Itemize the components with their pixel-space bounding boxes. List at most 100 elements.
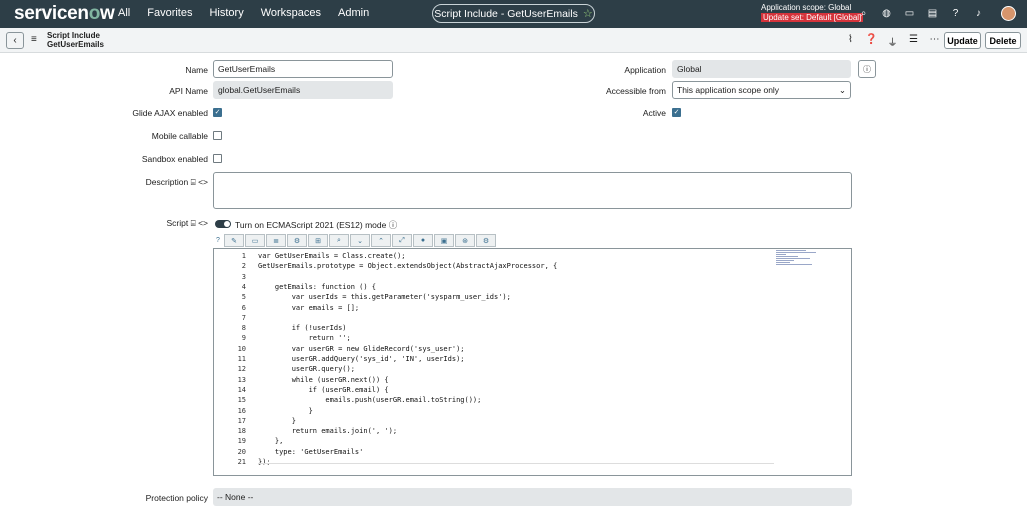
nav-menu: All Favorites History Workspaces Admin bbox=[118, 7, 386, 19]
help-icon[interactable]: ? bbox=[948, 6, 963, 21]
toggle-syntax-icon[interactable]: ✎ bbox=[224, 234, 244, 247]
code-line: getEmails: function () { bbox=[258, 282, 377, 291]
help-icon[interactable]: ? bbox=[213, 234, 223, 247]
line-number: 10 bbox=[237, 344, 246, 353]
accessible-from-value: This application scope only bbox=[677, 85, 780, 95]
search-icon[interactable]: ⌕ bbox=[329, 234, 349, 247]
replace-icon[interactable]: ⊞ bbox=[308, 234, 328, 247]
active-checkbox[interactable]: ✓ bbox=[672, 108, 681, 117]
help-icon[interactable]: ⓘ bbox=[389, 220, 398, 230]
script-toolbar: ? ✎ ▭ ≣ ⚙ ⊞ ⌕ ⌄ ⌃ ⤢ ● ▣ ⊛ ⚙ bbox=[213, 234, 496, 247]
nav-workspaces[interactable]: Workspaces bbox=[261, 7, 321, 19]
context-title: Script Include - GetUserEmails bbox=[434, 7, 578, 20]
info-icon[interactable]: ⓘ bbox=[858, 60, 876, 78]
script-editor[interactable]: 1 2 3 4 5 6 7 8 9 10 11 12 13 14 15 16 17 18 19 20 21 var Ge… bbox=[213, 248, 852, 476]
line-number: 6 bbox=[241, 303, 246, 312]
user-avatar[interactable] bbox=[1001, 6, 1016, 21]
help-icon[interactable]: ❓ bbox=[865, 34, 878, 49]
search-icon[interactable]: ⌕ bbox=[856, 6, 871, 21]
name-input[interactable]: GetUserEmails bbox=[213, 60, 393, 78]
inbox-icon[interactable]: ▤ bbox=[925, 6, 940, 21]
save-icon[interactable]: ▣ bbox=[434, 234, 454, 247]
line-number: 14 bbox=[237, 385, 246, 394]
comment-icon[interactable]: ▭ bbox=[245, 234, 265, 247]
line-number: 8 bbox=[241, 324, 246, 333]
line-number: 17 bbox=[237, 416, 246, 425]
es12-toggle[interactable] bbox=[215, 220, 231, 228]
code-line: } bbox=[258, 416, 296, 425]
header-icon-group: ⌇ ❓ ⏚ ☰ ⋯ bbox=[844, 34, 941, 49]
servicenow-logo[interactable]: servicenow bbox=[14, 3, 115, 25]
code-view-icon[interactable]: <> bbox=[198, 218, 208, 228]
line-number: 7 bbox=[241, 313, 246, 322]
delete-button[interactable]: Delete bbox=[985, 32, 1021, 49]
format-code-icon[interactable]: ≣ bbox=[266, 234, 286, 247]
code-minimap[interactable] bbox=[776, 250, 820, 274]
info-icon[interactable]: ● bbox=[413, 234, 433, 247]
code-line: var GetUserEmails = Class.create(); bbox=[258, 252, 406, 260]
context-menu-icon[interactable]: ≡ bbox=[31, 34, 37, 45]
application-scope[interactable]: Application scope: Global Update set: De… bbox=[761, 3, 864, 23]
protection-policy-select[interactable]: -- None -- bbox=[213, 488, 852, 506]
nav-all[interactable]: All bbox=[118, 7, 130, 19]
dictionary-icon[interactable]: ⌸ bbox=[191, 218, 196, 228]
chat-icon[interactable]: ▭ bbox=[902, 6, 917, 21]
line-number: 3 bbox=[241, 272, 246, 281]
script-label-text: Script bbox=[166, 218, 189, 228]
current-line-marker bbox=[258, 463, 774, 464]
settings-sliders-icon[interactable]: ☰ bbox=[907, 34, 920, 49]
description-textarea[interactable] bbox=[213, 172, 852, 209]
code-line: var userGR = new GlideRecord('sys_user')… bbox=[258, 344, 465, 353]
api-name-label: API Name bbox=[169, 86, 208, 96]
accessible-from-select[interactable]: This application scope only ⌄ bbox=[672, 81, 851, 99]
top-navigation: servicenow All Favorites History Workspa… bbox=[0, 0, 1027, 28]
sandbox-enabled-checkbox[interactable] bbox=[213, 154, 222, 163]
mobile-callable-label: Mobile callable bbox=[151, 131, 208, 141]
script-debugger-icon[interactable]: ⚙ bbox=[476, 234, 496, 247]
attachment-icon[interactable]: ⌇ bbox=[844, 34, 857, 49]
chevron-down-icon[interactable]: ⌄ bbox=[350, 234, 370, 247]
line-number: 20 bbox=[237, 447, 246, 456]
more-options-icon[interactable]: ⋯ bbox=[928, 34, 941, 49]
syntax-check-icon[interactable]: ⚙ bbox=[287, 234, 307, 247]
fullscreen-icon[interactable]: ⤢ bbox=[392, 234, 412, 247]
nav-history[interactable]: History bbox=[209, 7, 243, 19]
code-line: type: 'GetUserEmails' bbox=[258, 447, 364, 456]
mobile-callable-checkbox[interactable] bbox=[213, 131, 222, 140]
code-line: GetUserEmails.prototype = Object.extends… bbox=[258, 262, 558, 271]
form-header: ‹ ≡ Script Include GetUserEmails ⌇ ❓ ⏚ ☰… bbox=[0, 28, 1027, 53]
code-line: return ''; bbox=[258, 334, 351, 343]
debug-icon[interactable]: ⊛ bbox=[455, 234, 475, 247]
code-line: if (!userIds) bbox=[258, 324, 347, 333]
form-title-record: GetUserEmails bbox=[47, 40, 104, 49]
code-line: } bbox=[258, 406, 313, 415]
code-line: while (userGR.next()) { bbox=[258, 375, 389, 384]
line-number: 1 bbox=[241, 252, 246, 260]
nav-admin[interactable]: Admin bbox=[338, 7, 369, 19]
line-number: 21 bbox=[237, 458, 246, 466]
es12-label-text: Turn on ECMAScript 2021 (ES12) mode bbox=[235, 220, 387, 230]
dictionary-icon[interactable]: ⌸ bbox=[191, 177, 196, 187]
code-line: }, bbox=[258, 437, 284, 446]
glide-ajax-checkbox[interactable]: ✓ bbox=[213, 108, 222, 117]
chevron-up-icon[interactable]: ⌃ bbox=[371, 234, 391, 247]
form-title-type: Script Include bbox=[47, 31, 100, 40]
nav-favorites[interactable]: Favorites bbox=[147, 7, 192, 19]
code-line: return emails.join(', '); bbox=[258, 427, 398, 436]
code-view-icon[interactable]: <> bbox=[198, 177, 208, 187]
update-button[interactable]: Update bbox=[944, 32, 981, 49]
activity-icon[interactable]: ⏚ bbox=[886, 34, 899, 49]
protection-policy-label: Protection policy bbox=[145, 493, 208, 503]
globe-icon[interactable]: ◍ bbox=[879, 6, 894, 21]
line-number: 15 bbox=[237, 396, 246, 405]
star-icon[interactable]: ☆ bbox=[583, 7, 593, 20]
code-line: userGR.addQuery('sys_id', 'IN', userIds)… bbox=[258, 355, 465, 363]
line-number: 9 bbox=[241, 334, 246, 343]
active-label: Active bbox=[642, 108, 666, 118]
context-title-pill[interactable]: Script Include - GetUserEmails ☆ bbox=[432, 4, 595, 23]
back-button[interactable]: ‹ bbox=[6, 32, 24, 49]
bell-icon[interactable]: ♪ bbox=[971, 6, 986, 21]
code-line: var userIds = this.getParameter('sysparm… bbox=[258, 293, 511, 302]
script-label: Script ⌸ <> bbox=[120, 218, 208, 229]
accessible-from-label: Accessible from bbox=[606, 86, 666, 96]
